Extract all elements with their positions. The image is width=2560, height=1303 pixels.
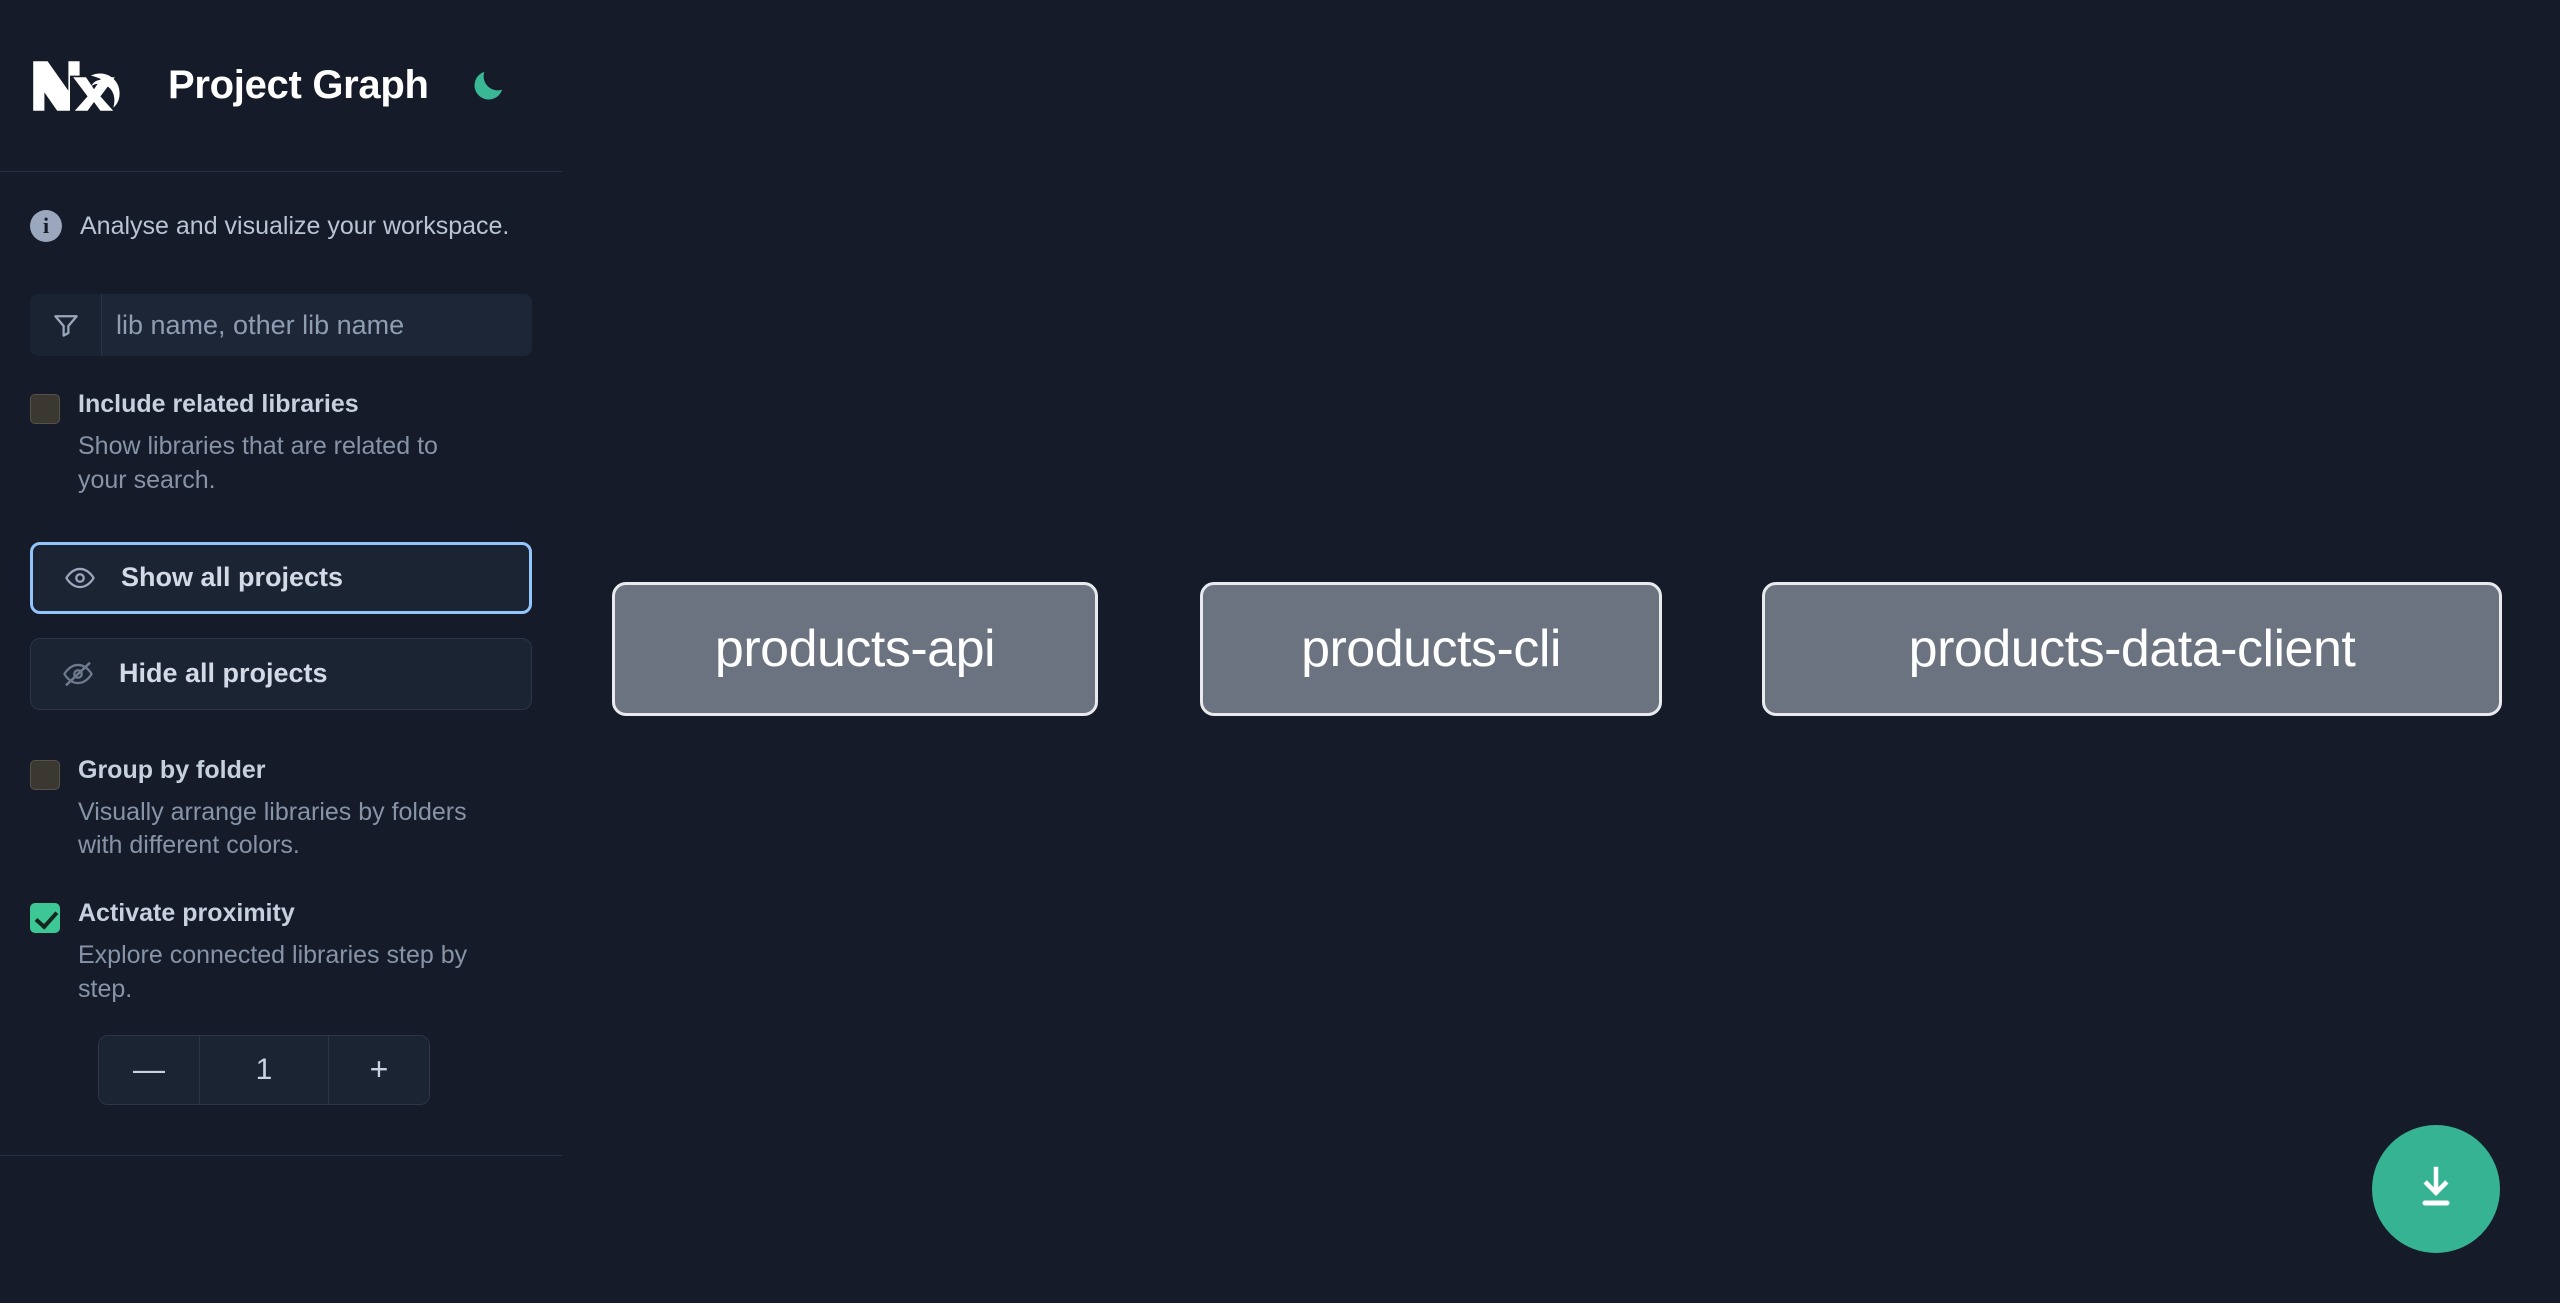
option-include-related-libraries: Include related libraries Show libraries… <box>0 390 562 498</box>
search-box[interactable] <box>30 294 532 356</box>
graph-node-products-cli[interactable]: products-cli <box>1200 582 1662 716</box>
show-all-projects-label: Show all projects <box>121 562 344 592</box>
project-graph-app: Project Graph i Analyse and visualize yo… <box>0 0 2560 1303</box>
graph-node-label: products-api <box>714 620 996 678</box>
activate-proximity-checkbox[interactable] <box>30 903 60 933</box>
workspace-info: i Analyse and visualize your workspace. <box>0 172 562 242</box>
download-icon <box>2409 1160 2463 1219</box>
activate-proximity-label: Activate proximity <box>78 899 295 927</box>
group-by-folder-description: Visually arrange libraries by folders wi… <box>78 797 467 860</box>
download-graph-button[interactable] <box>2372 1125 2500 1253</box>
search-input[interactable] <box>102 294 532 356</box>
hide-all-projects-label: Hide all projects <box>119 658 328 688</box>
sidebar-content: Project Graph i Analyse and visualize yo… <box>0 0 562 1156</box>
option-row: Activate proximity <box>30 899 532 933</box>
proximity-stepper-wrap: — 1 + <box>0 1034 562 1105</box>
nx-logo-icon <box>30 57 126 115</box>
option-group-by-folder: Group by folder Visually arrange librari… <box>0 756 562 864</box>
sidebar-divider <box>0 1154 562 1156</box>
filter-icon <box>30 294 102 356</box>
moon-icon[interactable] <box>465 63 511 109</box>
eye-icon <box>63 561 97 595</box>
activate-proximity-description: Explore connected libraries step by step… <box>78 941 468 1003</box>
show-all-projects-button[interactable]: Show all projects <box>30 541 532 614</box>
graph-node-products-data-client[interactable]: products-data-client <box>1762 582 2502 716</box>
graph-node-products-api[interactable]: products-api <box>612 582 1098 716</box>
hide-all-projects-button[interactable]: Hide all projects <box>30 637 532 710</box>
option-row: Group by folder <box>30 756 532 790</box>
include-related-libraries-description: Show libraries that are related to your … <box>78 432 438 494</box>
graph-canvas[interactable]: products-api products-cli products-data-… <box>562 0 2560 1303</box>
sidebar-header: Project Graph <box>0 0 562 172</box>
proximity-increment-button[interactable]: + <box>329 1035 429 1104</box>
eye-off-icon <box>61 657 95 691</box>
include-related-libraries-checkbox[interactable] <box>30 394 60 424</box>
option-activate-proximity: Activate proximity Explore connected lib… <box>0 899 562 1007</box>
proximity-value: 1 <box>199 1035 329 1104</box>
app-title: Project Graph <box>168 63 429 107</box>
info-icon: i <box>30 210 62 242</box>
group-by-folder-label: Group by folder <box>78 755 266 784</box>
sidebar: Project Graph i Analyse and visualize yo… <box>0 0 562 1303</box>
graph-node-label: products-cli <box>1301 620 1561 678</box>
graph-node-label: products-data-client <box>1908 620 2356 678</box>
include-related-libraries-label: Include related libraries <box>78 390 359 418</box>
workspace-info-text: Analyse and visualize your workspace. <box>80 211 510 240</box>
option-row: Include related libraries <box>30 390 532 424</box>
group-by-folder-checkbox[interactable] <box>30 759 60 790</box>
proximity-stepper: — 1 + <box>98 1034 430 1105</box>
proximity-decrement-button[interactable]: — <box>99 1035 199 1104</box>
project-visibility-buttons: Show all projects Hide all projects <box>0 541 562 710</box>
